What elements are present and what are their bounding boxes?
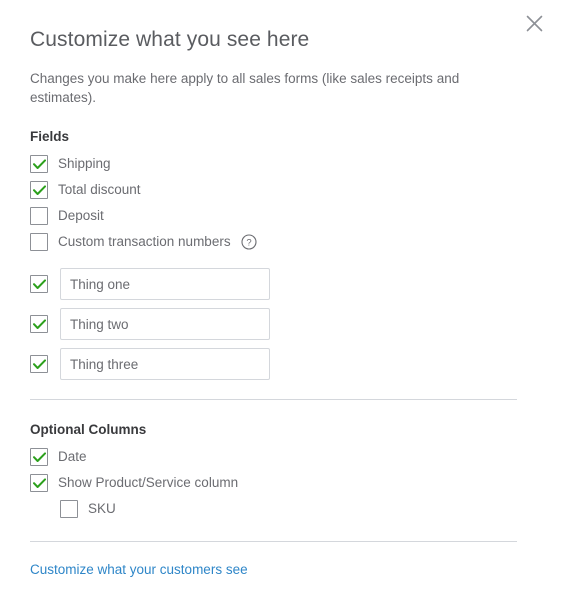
checkbox-shipping[interactable]	[30, 155, 48, 173]
checkbox-label-date: Date	[58, 449, 87, 464]
customize-sales-form-panel: Customize what you see here Changes you …	[0, 0, 561, 603]
checkbox-deposit[interactable]	[30, 207, 48, 225]
checkbox-row-custom-transaction-numbers[interactable]: Custom transaction numbers ?	[30, 229, 531, 255]
checkbox-label-custom-transaction-numbers: Custom transaction numbers	[58, 234, 231, 249]
checkbox-sku[interactable]	[60, 500, 78, 518]
page-title: Customize what you see here	[30, 28, 310, 51]
checkbox-label-product-service-column: Show Product/Service column	[58, 475, 239, 490]
fields-checkbox-list: Shipping Total discount Deposit Custom t…	[30, 151, 531, 255]
checkbox-product-service-column[interactable]	[30, 474, 48, 492]
custom-field-rows	[30, 255, 531, 380]
custom-field-row-1	[30, 268, 531, 300]
checkbox-label-deposit: Deposit	[58, 208, 104, 223]
checkbox-custom-field-1[interactable]	[30, 275, 48, 293]
panel-description: Changes you make here apply to all sales…	[30, 71, 460, 105]
close-icon[interactable]	[519, 8, 549, 38]
checkbox-custom-field-2[interactable]	[30, 315, 48, 333]
checkbox-row-sku[interactable]: SKU	[30, 496, 531, 522]
custom-field-input-1[interactable]	[60, 268, 270, 300]
checkbox-label-sku: SKU	[88, 501, 116, 516]
svg-text:?: ?	[246, 238, 251, 249]
checkbox-row-date[interactable]: Date	[30, 444, 531, 470]
checkbox-row-deposit[interactable]: Deposit	[30, 203, 531, 229]
fields-section-heading: Fields	[30, 129, 70, 144]
checkbox-row-total-discount[interactable]: Total discount	[30, 177, 531, 203]
checkbox-total-discount[interactable]	[30, 181, 48, 199]
checkbox-date[interactable]	[30, 448, 48, 466]
help-circle-icon[interactable]: ?	[241, 234, 257, 250]
checkbox-row-shipping[interactable]: Shipping	[30, 151, 531, 177]
custom-field-row-2	[30, 308, 531, 340]
customize-customer-view-link[interactable]: Customize what your customers see	[30, 542, 248, 577]
optional-columns-heading: Optional Columns	[30, 422, 147, 437]
optional-columns-list: Date Show Product/Service column SKU	[30, 444, 531, 522]
checkbox-custom-transaction-numbers[interactable]	[30, 233, 48, 251]
custom-field-row-3	[30, 348, 531, 380]
checkbox-custom-field-3[interactable]	[30, 355, 48, 373]
checkbox-label-shipping: Shipping	[58, 156, 111, 171]
checkbox-label-total-discount: Total discount	[58, 182, 141, 197]
checkbox-row-product-service-column[interactable]: Show Product/Service column	[30, 470, 531, 496]
custom-field-input-3[interactable]	[60, 348, 270, 380]
custom-field-input-2[interactable]	[60, 308, 270, 340]
